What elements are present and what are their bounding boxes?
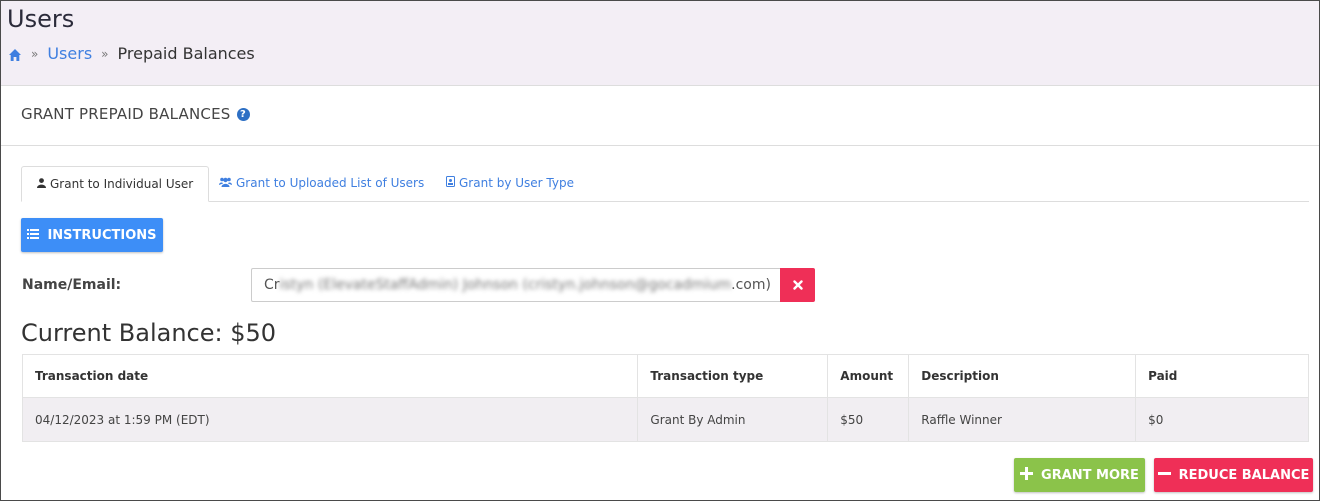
cell-amount: $50 — [827, 397, 910, 442]
section-title: GRANT PREPAID BALANCES ? — [21, 105, 250, 123]
section-title-text: GRANT PREPAID BALANCES — [21, 105, 231, 123]
column-header[interactable]: Transaction type — [637, 354, 829, 398]
tab-grant-by-user-type[interactable]: Grant by User Type — [431, 166, 589, 201]
email-value-end: .com) — [731, 277, 771, 293]
column-header[interactable]: Amount — [827, 354, 910, 398]
user-icon — [37, 167, 46, 202]
tab-grant-individual[interactable]: Grant to Individual User — [21, 166, 210, 202]
grant-more-label: GRANT MORE — [1041, 467, 1139, 483]
breadcrumb: » Users » Prepaid Balances — [8, 44, 255, 63]
column-header[interactable]: Paid — [1135, 354, 1309, 398]
breadcrumb-current: Prepaid Balances — [117, 44, 255, 63]
current-balance: Current Balance: $50 — [21, 319, 277, 347]
instructions-label: INSTRUCTIONS — [47, 227, 157, 243]
name-email-field[interactable]: Cristyn (ElevateStaffAdmin) Johnson (cri… — [251, 268, 781, 302]
email-value-redacted: istyn (ElevateStaffAdmin) Johnson (crist… — [279, 277, 732, 293]
transactions-table: Transaction date Transaction type Amount… — [21, 354, 1309, 442]
breadcrumb-separator: » — [101, 46, 109, 61]
home-icon[interactable] — [8, 47, 22, 61]
cell-description: Raffle Winner — [908, 397, 1137, 442]
breadcrumb-users-link[interactable]: Users — [47, 44, 92, 63]
cell-transaction-date: 04/12/2023 at 1:59 PM (EDT) — [21, 397, 639, 442]
id-badge-icon — [446, 166, 455, 201]
divider — [1, 145, 1319, 146]
cell-transaction-type: Grant By Admin — [637, 397, 829, 442]
reduce-balance-label: REDUCE BALANCE — [1178, 467, 1310, 483]
users-icon — [219, 166, 232, 201]
breadcrumb-separator: » — [31, 46, 39, 61]
page-title: Users — [7, 5, 75, 33]
table-header-row: Transaction date Transaction type Amount… — [21, 354, 1309, 398]
name-email-label: Name/Email: — [22, 277, 122, 293]
instructions-button[interactable]: INSTRUCTIONS — [21, 218, 163, 252]
tab-label: Grant to Uploaded List of Users — [236, 176, 425, 190]
table-row: 04/12/2023 at 1:59 PM (EDT) Grant By Adm… — [21, 397, 1309, 442]
tab-label: Grant to Individual User — [50, 177, 194, 191]
tab-grant-uploaded-list[interactable]: Grant to Uploaded List of Users — [204, 166, 439, 201]
cell-paid: $0 — [1135, 397, 1309, 442]
tab-label: Grant by User Type — [459, 176, 574, 190]
times-icon — [792, 277, 803, 293]
clear-user-button[interactable] — [780, 268, 815, 302]
reduce-balance-button[interactable]: REDUCE BALANCE — [1154, 458, 1313, 492]
minus-icon — [1157, 466, 1171, 484]
grant-more-button[interactable]: GRANT MORE — [1014, 458, 1145, 492]
email-value-start: Cr — [264, 277, 280, 293]
column-header[interactable]: Description — [908, 354, 1137, 398]
plus-icon — [1020, 466, 1034, 484]
page-header: Users » Users » Prepaid Balances — [1, 1, 1319, 86]
column-header[interactable]: Transaction date — [21, 354, 639, 398]
grant-tabs: Grant to Individual User Grant to Upload… — [21, 166, 1309, 202]
question-circle-icon[interactable]: ? — [236, 107, 250, 121]
list-icon — [27, 228, 40, 243]
